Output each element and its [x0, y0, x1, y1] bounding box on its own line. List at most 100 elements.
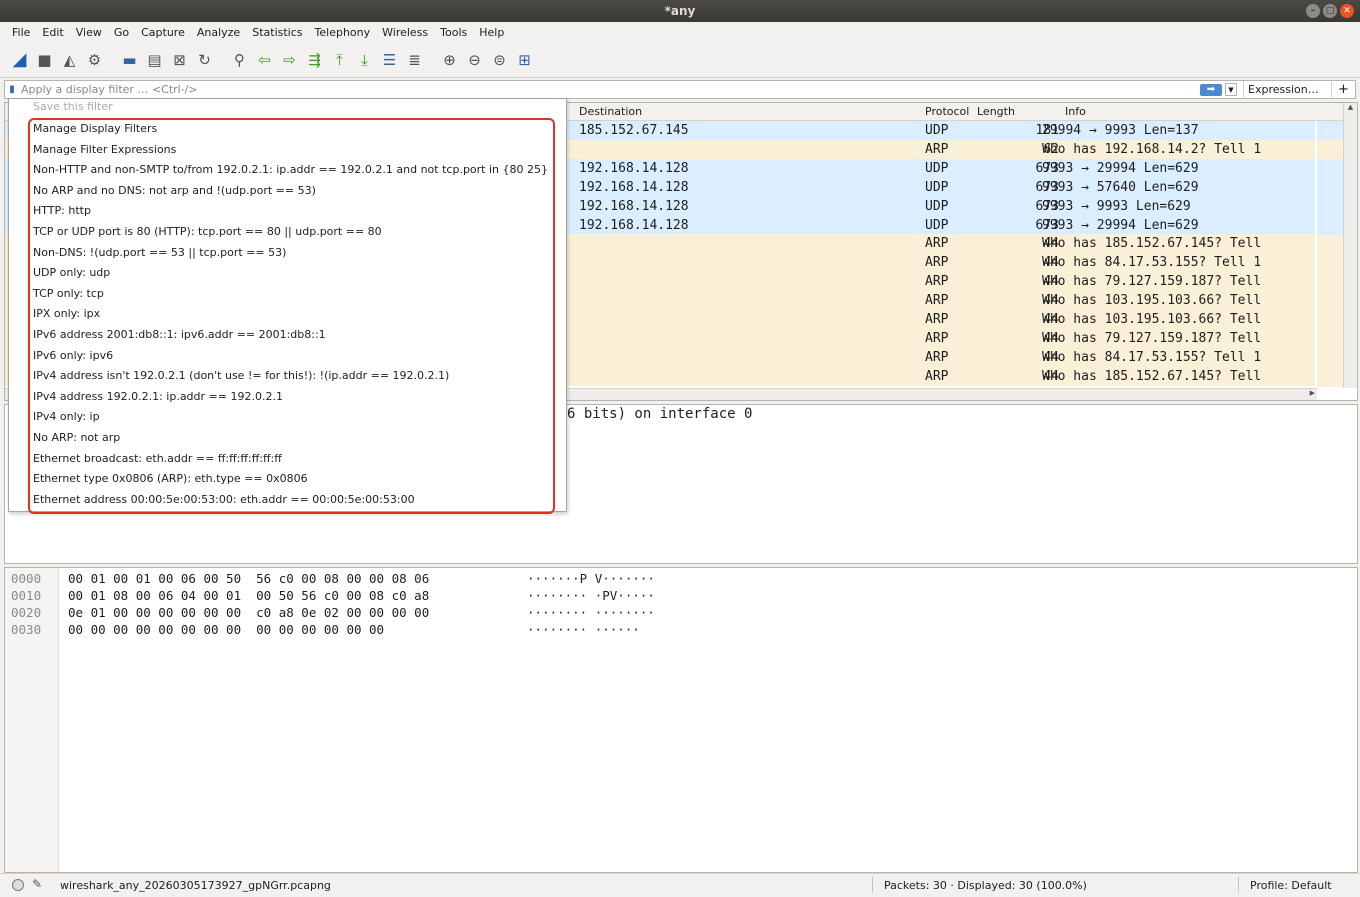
manage-display-filters-item[interactable]: Manage Display Filters: [33, 119, 157, 139]
profile-label[interactable]: Profile: Default: [1250, 879, 1332, 892]
bytes-row[interactable]: 0030 00 00 00 00 00 00 00 00 00 00 00 00 …: [5, 621, 905, 638]
packet-info: Who has 84.17.53.155? Tell 1: [1042, 255, 1262, 271]
menu-edit[interactable]: Edit: [36, 26, 69, 39]
menu-view[interactable]: View: [70, 26, 108, 39]
bytes-row[interactable]: 0010 00 01 08 00 06 04 00 01 00 50 56 c0 …: [5, 587, 905, 604]
saved-filter-item[interactable]: UDP only: udp: [33, 263, 110, 283]
packet-destination: 192.168.14.128: [579, 198, 689, 214]
column-header-destination[interactable]: Destination: [579, 105, 642, 118]
minimap-mark: [1317, 292, 1343, 311]
menu-file[interactable]: File: [6, 26, 36, 39]
packet-info: Who has 192.168.14.2? Tell 1: [1042, 141, 1262, 157]
packet-minimap[interactable]: [1317, 121, 1343, 387]
filter-history-dropdown-icon[interactable]: ▼: [1225, 83, 1237, 96]
menu-telephony[interactable]: Telephony: [309, 26, 377, 39]
bytes-row[interactable]: 0000 00 01 00 01 00 06 00 50 56 c0 00 08 …: [5, 570, 905, 587]
menu-go[interactable]: Go: [108, 26, 135, 39]
minimap-mark: [1317, 254, 1343, 273]
packet-protocol: UDP: [925, 217, 949, 233]
maximize-button[interactable]: □: [1323, 4, 1337, 18]
stop-capture-icon[interactable]: ■: [33, 47, 56, 73]
packet-info: 9993 → 29994 Len=629: [1042, 217, 1199, 233]
capture-comment-icon[interactable]: ✎: [32, 877, 42, 891]
bytes-hex: 0e 01 00 00 00 00 00 00 c0 a8 0e 02 00 0…: [68, 605, 430, 620]
save-file-icon[interactable]: ▤: [143, 47, 166, 73]
restart-capture-icon[interactable]: ◭: [58, 47, 81, 73]
saved-filter-item[interactable]: Non-HTTP and non-SMTP to/from 192.0.2.1:…: [33, 160, 548, 180]
saved-filter-item[interactable]: Ethernet address 00:00:5e:00:53:00: eth.…: [33, 490, 415, 510]
menu-statistics[interactable]: Statistics: [246, 26, 308, 39]
minimap-mark: [1317, 349, 1343, 368]
packet-list-scrollbar[interactable]: ▲: [1343, 103, 1357, 388]
packet-protocol: ARP: [925, 312, 949, 327]
packet-destination: 192.168.14.128: [579, 217, 689, 233]
resize-columns-icon[interactable]: ⊞: [513, 47, 536, 73]
column-header-length[interactable]: Length: [977, 105, 1015, 118]
apply-filter-arrow-icon[interactable]: ➡: [1200, 83, 1222, 96]
minimap-mark: [1317, 368, 1343, 387]
packet-destination: 192.168.14.128: [579, 179, 689, 195]
close-file-icon[interactable]: ⊠: [168, 47, 191, 73]
bookmark-icon[interactable]: ▮: [5, 81, 19, 98]
saved-filter-item[interactable]: IPv4 only: ip: [33, 407, 100, 427]
menu-analyze[interactable]: Analyze: [191, 26, 246, 39]
column-header-info[interactable]: Info: [1065, 105, 1086, 118]
zoom-in-icon[interactable]: ⊕: [438, 47, 461, 73]
scroll-up-icon[interactable]: ▲: [1344, 103, 1357, 111]
go-to-packet-icon[interactable]: ⇶: [303, 47, 326, 73]
menu-tools[interactable]: Tools: [434, 26, 473, 39]
packet-protocol: ARP: [925, 349, 949, 365]
saved-filter-item[interactable]: TCP only: tcp: [33, 284, 104, 304]
menu-help[interactable]: Help: [473, 26, 510, 39]
open-file-icon[interactable]: ▬: [118, 47, 141, 73]
column-header-protocol[interactable]: Protocol: [925, 105, 969, 118]
toolbar-separator: [108, 47, 116, 73]
saved-filter-item[interactable]: IPv6 address 2001:db8::1: ipv6.addr == 2…: [33, 325, 326, 345]
menu-capture[interactable]: Capture: [135, 26, 191, 39]
saved-filter-item[interactable]: HTTP: http: [33, 201, 91, 221]
find-packet-icon[interactable]: ⚲: [228, 47, 251, 73]
bytes-row[interactable]: 0020 0e 01 00 00 00 00 00 00 c0 a8 0e 02 …: [5, 604, 905, 621]
saved-filter-item[interactable]: No ARP: not arp: [33, 428, 120, 448]
saved-filter-item[interactable]: Ethernet broadcast: eth.addr == ff:ff:ff…: [33, 449, 282, 469]
go-last-packet-icon[interactable]: ⤓: [353, 47, 376, 73]
minimize-button[interactable]: –: [1306, 4, 1320, 18]
expert-info-icon[interactable]: [12, 879, 24, 891]
saved-filter-item[interactable]: IPv6 only: ipv6: [33, 346, 113, 366]
saved-filter-item[interactable]: Ethernet type 0x0806 (ARP): eth.type == …: [33, 469, 308, 489]
status-separator: [872, 877, 873, 893]
go-forward-icon[interactable]: ⇨: [278, 47, 301, 73]
packet-destination: 192.168.14.128: [579, 160, 689, 176]
display-filter-input[interactable]: [19, 81, 1200, 98]
reload-file-icon[interactable]: ↻: [193, 47, 216, 73]
toolbar-separator: [218, 47, 226, 73]
normal-size-icon[interactable]: ⊜: [488, 47, 511, 73]
capture-options-icon[interactable]: ⚙: [83, 47, 106, 73]
saved-filter-item[interactable]: IPv4 address 192.0.2.1: ip.addr == 192.0…: [33, 387, 283, 407]
saved-filter-item[interactable]: IPX only: ipx: [33, 304, 100, 324]
packet-protocol: ARP: [925, 330, 949, 346]
manage-filter-expressions-item[interactable]: Manage Filter Expressions: [33, 140, 176, 160]
saved-filter-item[interactable]: IPv4 address isn't 192.0.2.1 (don't use …: [33, 366, 449, 386]
details-frame-line[interactable]: 6 bits) on interface 0: [567, 406, 752, 422]
close-button[interactable]: ✕: [1340, 4, 1354, 18]
go-back-icon[interactable]: ⇦: [253, 47, 276, 73]
menu-wireless[interactable]: Wireless: [376, 26, 434, 39]
zoom-out-icon[interactable]: ⊖: [463, 47, 486, 73]
window-title: *any: [664, 4, 696, 18]
expression-button[interactable]: Expression…: [1243, 81, 1331, 98]
minimap-mark: [1317, 178, 1343, 197]
saved-filter-item[interactable]: No ARP and no DNS: not arp and !(udp.por…: [33, 181, 316, 201]
bytes-ascii: ········ ······: [527, 622, 640, 637]
packet-bytes: 0000 00 01 00 01 00 06 00 50 56 c0 00 08 …: [4, 567, 1358, 873]
display-filter-bar: ▮ ➡ ▼ Expression… +: [4, 80, 1356, 99]
colorize-icon[interactable]: ≣: [403, 47, 426, 73]
go-first-packet-icon[interactable]: ⤒: [328, 47, 351, 73]
add-filter-button[interactable]: +: [1331, 82, 1355, 97]
scroll-right-icon[interactable]: ▶: [1310, 389, 1315, 397]
saved-filter-item[interactable]: TCP or UDP port is 80 (HTTP): tcp.port =…: [33, 222, 382, 242]
bytes-offset: 0000: [11, 571, 42, 586]
saved-filter-item[interactable]: Non-DNS: !(udp.port == 53 || tcp.port ==…: [33, 243, 286, 263]
auto-scroll-icon[interactable]: ☰: [378, 47, 401, 73]
start-capture-icon[interactable]: ◢: [8, 47, 31, 73]
